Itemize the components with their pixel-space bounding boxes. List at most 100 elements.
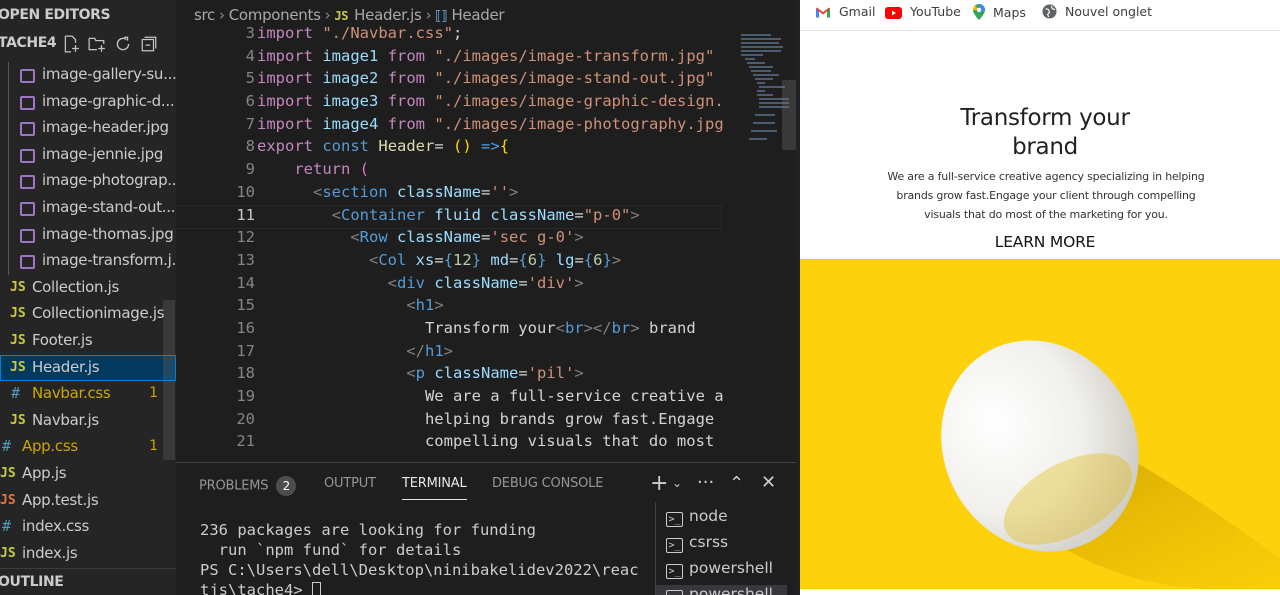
file-item[interactable]: image-stand-out.... (0, 194, 176, 222)
file-item[interactable]: image-header.jpg (0, 115, 176, 142)
js-file-icon: JS (10, 306, 26, 322)
file-item[interactable]: image-graphic-d... (0, 88, 176, 116)
file-name: Collection.js (32, 277, 120, 296)
file-item[interactable]: image-transform.j... (0, 248, 176, 275)
code-line: 5 import image2 from "./images/image-stan… (176, 69, 721, 92)
indent-guide (8, 168, 9, 195)
new-folder-icon[interactable] (86, 33, 108, 55)
breadcrumb-folder[interactable]: src (194, 6, 215, 24)
chevron-right-icon: › (324, 6, 331, 24)
code-editor[interactable]: src › Components › JS Header.js › ⟦⟧ Header 3 imp… (176, 0, 796, 462)
terminal-cursor (311, 582, 321, 595)
file-item[interactable]: JS Footer.js (0, 328, 176, 355)
terminal-item-powershell-active[interactable]: >_ powershell (656, 585, 787, 595)
close-panel-icon[interactable]: ✕ (761, 472, 776, 493)
hero-description: We are a full-service creative agency sp… (887, 170, 1205, 221)
breadcrumb-file[interactable]: Header.js (354, 6, 422, 24)
gmail-icon (816, 7, 830, 18)
open-editors-header[interactable]: OPEN EDITORS (0, 0, 174, 32)
line-number: 6 (245, 92, 255, 111)
file-item[interactable]: # App.css 1 (0, 434, 176, 461)
browser-window: Gmail YouTube Maps Nouvel onglet Transfo… (796, 0, 1280, 595)
chevron-down-icon[interactable]: ⌄ (672, 476, 682, 490)
refresh-icon[interactable] (112, 33, 134, 55)
bookmark-maps[interactable]: Maps (973, 4, 1026, 20)
code-text: compelling visuals that do most (257, 432, 715, 451)
code-line: 10 <section className=''> (176, 183, 721, 206)
file-item[interactable]: # Navbar.css 1 (0, 381, 176, 408)
file-item-selected[interactable]: JS Header.js (0, 354, 176, 382)
outline-title[interactable]: OUTLINE (0, 574, 64, 590)
indent-guide (8, 141, 9, 169)
terminal-output[interactable]: 236 packages are looking for funding run… (200, 520, 639, 595)
project-title[interactable]: TACHE4 (0, 35, 57, 51)
code-text: import "./Navbar.css"; (257, 24, 463, 42)
terminal-name: csrss (689, 533, 729, 551)
bookmark-label: Maps (993, 5, 1026, 20)
indent-guide (8, 248, 9, 275)
code-area[interactable]: 3 import "./Navbar.css"; 4 import image1 f… (176, 24, 724, 455)
maximize-panel-icon[interactable]: ⌃ (729, 473, 744, 494)
terminal-item-powershell[interactable]: >_ powershell (666, 559, 773, 585)
project-header[interactable]: TACHE4 (0, 32, 176, 56)
bookmark-youtube[interactable]: YouTube (885, 4, 961, 19)
file-item[interactable]: JS Navbar.js (0, 408, 176, 435)
file-item[interactable]: # index.css (0, 514, 176, 541)
new-file-icon[interactable] (60, 33, 82, 55)
code-line: 8 export const Header= () =>{ (176, 137, 721, 160)
test-file-icon: JS (0, 492, 16, 508)
code-text: import image2 from "./images/image-stand… (257, 69, 715, 88)
line-number: 16 (236, 318, 255, 337)
more-actions-icon[interactable]: ··· (697, 472, 714, 493)
editor-scrollbar[interactable] (782, 80, 796, 150)
explorer-scrollbar[interactable] (163, 300, 175, 460)
tab-label: PROBLEMS (199, 478, 269, 494)
tab-problems[interactable]: PROBLEMS 2 (199, 476, 297, 496)
line-number: 17 (236, 341, 255, 360)
code-text: Transform your<br></br> brand (257, 318, 696, 337)
outline-section[interactable]: OUTLINE (0, 568, 176, 595)
file-name: App.js (22, 463, 67, 482)
file-item[interactable]: image-gallery-su... (0, 62, 176, 89)
image-file-icon (20, 69, 35, 83)
code-text: helping brands grow fast.Engage (257, 409, 715, 428)
code-line: 18 <p className='pil'> (176, 364, 721, 387)
file-item[interactable]: JS index.js (0, 541, 176, 568)
panel-tabs: PROBLEMS 2 OUTPUT TERMINAL DEBUG CONSOLE … (176, 463, 796, 503)
terminal-item-node[interactable]: >_ node (666, 507, 728, 533)
code-line: 13 <Col xs={12} md={6} lg={6}> (176, 251, 721, 274)
breadcrumb-symbol[interactable]: Header (451, 6, 504, 24)
learn-more-button[interactable]: LEARN MORE (940, 233, 1150, 251)
collapse-all-icon[interactable] (138, 33, 160, 55)
tab-terminal[interactable]: TERMINAL (402, 476, 467, 500)
js-file-icon: JS (10, 359, 26, 375)
file-item[interactable]: image-thomas.jpg (0, 221, 176, 249)
file-item[interactable]: JS App.js (0, 461, 176, 488)
bottom-panel: PROBLEMS 2 OUTPUT TERMINAL DEBUG CONSOLE … (176, 462, 796, 595)
tab-output[interactable]: OUTPUT (324, 476, 376, 491)
file-name: image-graphic-d... (42, 91, 175, 110)
bookmark-new-tab[interactable]: Nouvel onglet (1042, 4, 1152, 19)
line-number: 3 (245, 24, 255, 42)
line-number: 13 (236, 250, 255, 269)
hero-title-line: brand (1012, 134, 1078, 160)
file-item[interactable]: JS Collection.js (0, 275, 176, 302)
bookmark-gmail[interactable]: Gmail (815, 4, 875, 19)
terminal-item-csrss[interactable]: >_ csrss (666, 533, 728, 559)
code-line: 19 We are a full-service creative a (176, 387, 723, 410)
file-name: Navbar.js (32, 410, 99, 429)
line-number: 14 (236, 273, 255, 292)
css-file-icon: # (11, 384, 21, 403)
file-item[interactable]: image-photograp... (0, 168, 176, 195)
file-item[interactable]: JS Collectionimage.js (0, 301, 176, 328)
tab-debug-console[interactable]: DEBUG CONSOLE (492, 476, 603, 491)
code-text: </h1> (406, 341, 453, 360)
file-item[interactable]: image-jennie.jpg (0, 141, 176, 169)
problem-count-badge: 1 (149, 438, 158, 455)
file-name: image-stand-out.... (42, 197, 176, 216)
code-line: 7 import image4 from "./images/image-phot… (176, 115, 724, 138)
breadcrumb-subfolder[interactable]: Components (229, 6, 321, 24)
new-terminal-icon[interactable]: + (650, 471, 668, 496)
file-item[interactable]: JS App.test.js (0, 488, 176, 515)
terminal-prompt: tjs\tache4> (200, 581, 312, 595)
